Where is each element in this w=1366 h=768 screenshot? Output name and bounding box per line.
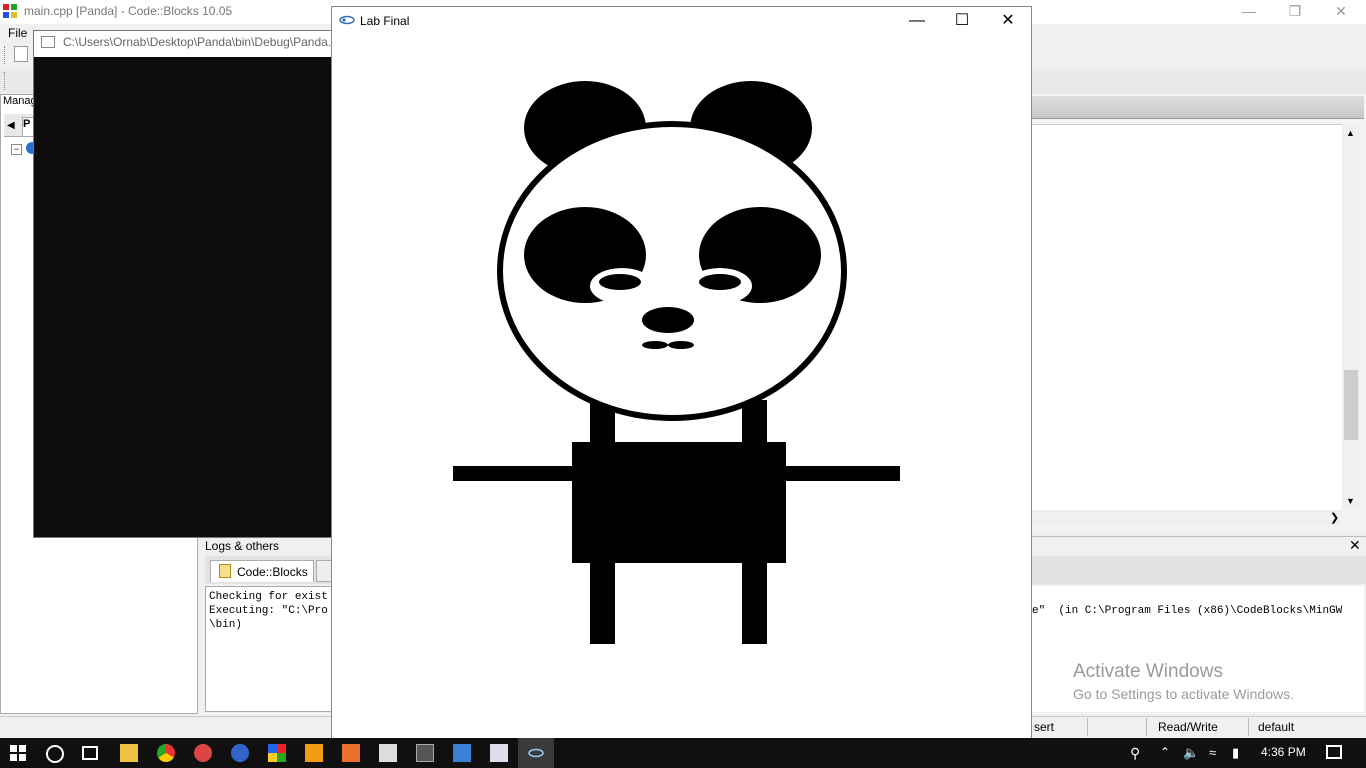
menu-file[interactable]: File: [8, 26, 27, 40]
status-separator: [1146, 718, 1147, 736]
panda-right-pupil: [699, 274, 741, 290]
panda-left-pupil: [599, 274, 641, 290]
lab-maximize-button[interactable]: ☐: [947, 10, 977, 32]
codeblocks-logo-icon: [3, 4, 17, 18]
battery-icon[interactable]: ▮: [1232, 745, 1239, 761]
status-separator: [1087, 718, 1088, 736]
codeblocks-restore-button[interactable]: ❐: [1272, 2, 1318, 22]
window-app-icon[interactable]: [490, 744, 508, 762]
glut-taskbar-icon: [528, 748, 544, 758]
scroll-down-icon[interactable]: ▼: [1346, 496, 1355, 506]
codeblocks-minimize-button[interactable]: —: [1226, 2, 1272, 22]
panda-right-leg: [742, 560, 767, 644]
notepad-icon: [219, 564, 231, 578]
status-profile: default: [1258, 720, 1295, 734]
codeblocks-title: main.cpp [Panda] - Code::Blocks 10.05: [24, 4, 233, 18]
codeblocks-taskbar-icon[interactable]: [268, 744, 286, 762]
panda-nose: [642, 307, 694, 333]
task-view-icon[interactable]: [82, 746, 98, 760]
new-file-icon[interactable]: [14, 46, 28, 62]
app-icon[interactable]: [194, 744, 212, 762]
wifi-icon[interactable]: ≈: [1209, 745, 1216, 760]
tree-collapse-icon[interactable]: −: [11, 144, 22, 155]
panda-drawing: [453, 81, 900, 644]
scrollbar-thumb[interactable]: [1344, 370, 1358, 440]
console-app-icon: [41, 36, 55, 48]
editor-body[interactable]: [1032, 124, 1342, 511]
people-icon[interactable]: ⚲: [1130, 745, 1140, 762]
photos-icon[interactable]: [453, 744, 471, 762]
toolbar-grip[interactable]: [4, 46, 8, 64]
calculator-icon[interactable]: [416, 744, 434, 762]
build-log-text: Checking for exist Executing: "C:\Pro \b…: [209, 591, 328, 631]
console-window[interactable]: [33, 30, 333, 538]
management-label: Manag: [3, 95, 37, 107]
sublime-icon[interactable]: [305, 744, 323, 762]
status-insert: sert: [1034, 720, 1055, 734]
tab-scroll-left-icon[interactable]: ◀: [7, 120, 15, 131]
panda-mouth-right: [668, 341, 694, 349]
app-icon[interactable]: [231, 744, 249, 762]
lab-close-button[interactable]: ✕: [993, 10, 1023, 32]
logs-panel-title: Logs & others: [205, 539, 280, 553]
notifications-icon[interactable]: [1326, 745, 1342, 759]
build-log-text-right: e" (in C:\Program Files (x86)\CodeBlocks…: [1032, 605, 1343, 617]
editor-vertical-scrollbar[interactable]: [1342, 124, 1360, 510]
status-readwrite: Read/Write: [1158, 720, 1218, 734]
lab-final-title: Lab Final: [360, 14, 410, 28]
store-icon[interactable]: [379, 744, 397, 762]
logs-header-right: [1032, 536, 1366, 555]
toolbar-grip-2[interactable]: [4, 72, 8, 90]
scroll-up-icon[interactable]: ▲: [1346, 128, 1355, 138]
panda-mouth-left: [642, 341, 668, 349]
file-explorer-icon[interactable]: [120, 744, 138, 762]
editor-horizontal-scrollbar[interactable]: [1032, 510, 1342, 526]
panda-left-leg: [590, 560, 615, 644]
chevron-up-icon[interactable]: ⌃: [1160, 745, 1170, 759]
lab-minimize-button[interactable]: —: [902, 10, 932, 32]
volume-icon[interactable]: 🔈: [1183, 745, 1199, 761]
codeblocks-close-button[interactable]: ✕: [1318, 2, 1364, 22]
activate-windows-subtitle: Go to Settings to activate Windows.: [1073, 686, 1294, 702]
chrome-icon[interactable]: [157, 744, 175, 762]
logs-tab-label: Code::Blocks: [237, 565, 308, 579]
scroll-right-icon[interactable]: ❯: [1330, 511, 1339, 524]
cortana-icon[interactable]: [46, 745, 64, 763]
panda-body: [572, 442, 786, 563]
windows-start-icon[interactable]: [10, 745, 26, 761]
status-separator: [1248, 718, 1249, 736]
taskbar-clock[interactable]: 4:36 PM: [1261, 745, 1306, 759]
glut-app-icon: [339, 15, 355, 25]
logs-tab-search[interactable]: [316, 560, 332, 582]
xampp-icon[interactable]: [342, 744, 360, 762]
editor-tabbar: [1032, 96, 1364, 119]
logs-tabs-right: [1032, 556, 1366, 584]
close-logs-icon[interactable]: ✕: [1349, 537, 1361, 554]
console-title: C:\Users\Ornab\Desktop\Panda\bin\Debug\P…: [63, 35, 331, 49]
activate-windows-title: Activate Windows: [1073, 661, 1223, 682]
